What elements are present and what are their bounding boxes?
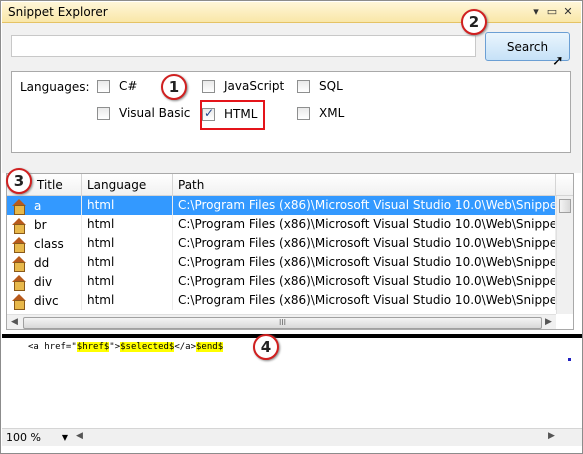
snippet-icon — [11, 274, 26, 291]
scroll-left-icon[interactable]: ◀ — [11, 317, 18, 327]
row-path: C:\Program Files (x86)\Microsoft Visual … — [173, 234, 556, 253]
code-placeholder-href: $href$ — [76, 342, 110, 352]
html-highlight-box — [200, 100, 265, 130]
maximize-icon[interactable]: ▭ — [544, 4, 560, 20]
vertical-scroll-thumb[interactable] — [559, 199, 571, 213]
table-row[interactable]: class html C:\Program Files (x86)\Micros… — [7, 234, 556, 253]
checkbox-visual-basic[interactable] — [97, 106, 110, 120]
row-language: html — [82, 196, 173, 215]
grid-header: Title Language Path — [7, 174, 573, 196]
grid-horizontal-scrollbar[interactable]: ◀ III ▶ — [7, 314, 556, 329]
code-placeholder-selected: $selected$ — [120, 342, 175, 352]
snippet-icon — [11, 293, 26, 310]
zoom-dropdown[interactable]: 100 % ▼ — [6, 430, 68, 445]
row-path: C:\Program Files (x86)\Microsoft Visual … — [173, 253, 556, 272]
table-row[interactable]: br html C:\Program Files (x86)\Microsoft… — [7, 215, 556, 234]
languages-label: Languages: — [20, 80, 90, 94]
snippet-icon — [11, 236, 26, 253]
row-title: a — [34, 198, 42, 213]
checkbox-label: SQL — [319, 79, 343, 93]
code-placeholder-end: $end$ — [196, 342, 224, 352]
row-language: html — [82, 253, 173, 272]
chevron-down-icon: ▼ — [61, 433, 68, 442]
snippet-grid[interactable]: Title Language Path a html C:\Program Fi… — [6, 173, 574, 330]
row-title: br — [34, 217, 47, 232]
scroll-right-icon[interactable]: ▶ — [545, 317, 552, 327]
snippet-icon — [11, 198, 26, 215]
callout-2: 2 — [461, 9, 487, 35]
row-language: html — [82, 215, 173, 234]
code-token: </a> — [174, 342, 197, 352]
language-option-xml[interactable]: XML — [297, 104, 344, 122]
search-panel: Search Languages: C# JavaScript SQL Visu… — [2, 23, 581, 173]
code-token: "> — [109, 342, 121, 352]
scroll-right-icon[interactable]: ▶ — [548, 431, 555, 441]
checkbox-csharp[interactable] — [97, 79, 110, 93]
table-row[interactable]: divc html C:\Program Files (x86)\Microso… — [7, 291, 556, 310]
close-icon[interactable]: ✕ — [560, 4, 576, 20]
checkbox-label: Visual Basic — [119, 106, 191, 120]
table-row[interactable]: dd html C:\Program Files (x86)\Microsoft… — [7, 253, 556, 272]
row-language: html — [82, 234, 173, 253]
code-token: <a href=" — [28, 342, 77, 352]
checkbox-label: JavaScript — [224, 79, 285, 93]
row-path: C:\Program Files (x86)\Microsoft Visual … — [173, 196, 556, 215]
checkbox-xml[interactable] — [297, 106, 310, 120]
checkbox-javascript[interactable] — [202, 79, 215, 93]
row-path: C:\Program Files (x86)\Microsoft Visual … — [173, 291, 556, 310]
zoom-value: 100 % — [6, 431, 41, 444]
checkbox-sql[interactable] — [297, 79, 310, 93]
dropdown-arrow-icon[interactable]: ▾ — [528, 4, 544, 20]
code-preview-editor[interactable]: <a href="$href$">$selected$</a>$end$ — [2, 338, 582, 428]
scroll-left-icon[interactable]: ◀ — [76, 431, 83, 441]
callout-4: 4 — [253, 334, 279, 360]
window-title: Snippet Explorer — [8, 5, 108, 19]
scroll-marker — [568, 358, 571, 361]
callout-1: 1 — [161, 74, 187, 100]
mouse-cursor-icon: ➚ — [552, 53, 564, 69]
code-line: <a href="$href$">$selected$</a>$end$ — [28, 342, 224, 352]
row-title: dd — [34, 255, 50, 270]
row-language: html — [82, 291, 173, 310]
grid-vertical-scrollbar[interactable] — [556, 196, 573, 314]
snippet-icon — [11, 217, 26, 234]
language-option-sql[interactable]: SQL — [297, 77, 343, 95]
horizontal-scroll-thumb[interactable]: III — [23, 317, 542, 329]
table-row[interactable]: a html C:\Program Files (x86)\Microsoft … — [7, 196, 556, 215]
column-header-language[interactable]: Language — [82, 174, 173, 195]
languages-group: Languages: C# JavaScript SQL Visual Basi… — [11, 71, 571, 153]
row-language: html — [82, 272, 173, 291]
row-path: C:\Program Files (x86)\Microsoft Visual … — [173, 215, 556, 234]
search-input[interactable] — [11, 35, 476, 57]
row-title: div — [34, 274, 53, 289]
editor-vertical-scrollbar[interactable] — [565, 338, 580, 424]
snippet-icon — [11, 255, 26, 272]
row-title: divc — [34, 293, 59, 308]
callout-3: 3 — [6, 168, 32, 194]
checkbox-label: XML — [319, 106, 345, 120]
snippet-explorer-window: Snippet Explorer ▾ ▭ ✕ Search Languages:… — [0, 0, 583, 454]
row-path: C:\Program Files (x86)\Microsoft Visual … — [173, 272, 556, 291]
status-bar: 100 % ▼ ◀ ▶ — [2, 428, 582, 446]
title-bar: Snippet Explorer ▾ ▭ ✕ — [2, 2, 581, 23]
checkbox-label: C# — [119, 79, 138, 93]
column-header-path[interactable]: Path — [173, 174, 556, 195]
language-option-visual-basic[interactable]: Visual Basic — [97, 104, 190, 122]
language-option-csharp[interactable]: C# — [97, 77, 137, 95]
row-title: class — [34, 236, 64, 251]
language-option-javascript[interactable]: JavaScript — [202, 77, 284, 95]
table-row[interactable]: div html C:\Program Files (x86)\Microsof… — [7, 272, 556, 291]
